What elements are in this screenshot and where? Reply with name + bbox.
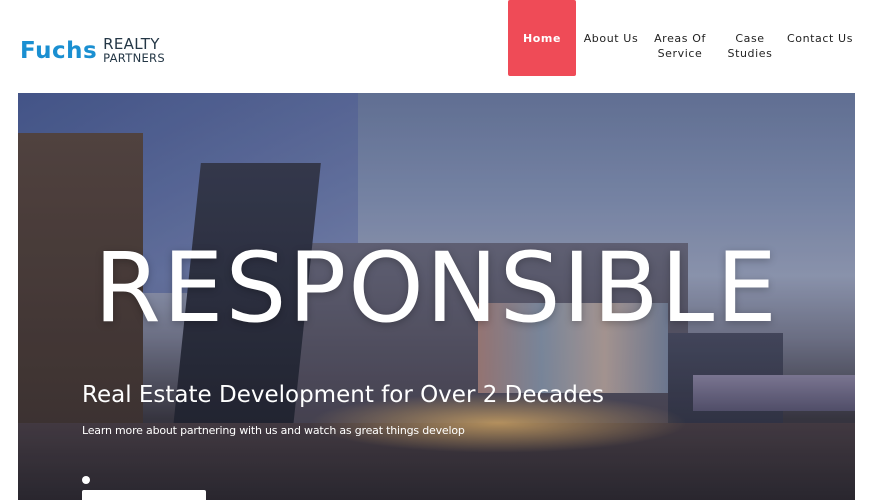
nav-about-us[interactable]: About Us [580, 0, 642, 76]
hero-cta-button[interactable] [82, 490, 206, 500]
nav-contact-us[interactable]: Contact Us [784, 0, 856, 76]
nav-home-label: Home [522, 32, 562, 45]
slider-dot[interactable] [82, 476, 90, 484]
nav-case-studies[interactable]: Case Studies [720, 0, 780, 76]
hero-subtitle: Real Estate Development for Over 2 Decad… [82, 382, 604, 408]
main-nav: Home About Us Areas Of Service Case Stud… [0, 0, 873, 76]
nav-case-label: Case Studies [727, 32, 773, 60]
nav-areas-of-service[interactable]: Areas Of Service [648, 0, 712, 76]
hero-title: RESPONSIBLE [94, 232, 779, 344]
nav-home[interactable]: Home [508, 0, 576, 76]
nav-contact-label: Contact Us [786, 32, 854, 45]
hero-description: Learn more about partnering with us and … [82, 424, 465, 437]
hero-banner: RESPONSIBLE Real Estate Development for … [18, 93, 855, 500]
nav-areas-label: Areas Of Service [654, 32, 706, 60]
nav-about-label: About Us [583, 32, 639, 45]
